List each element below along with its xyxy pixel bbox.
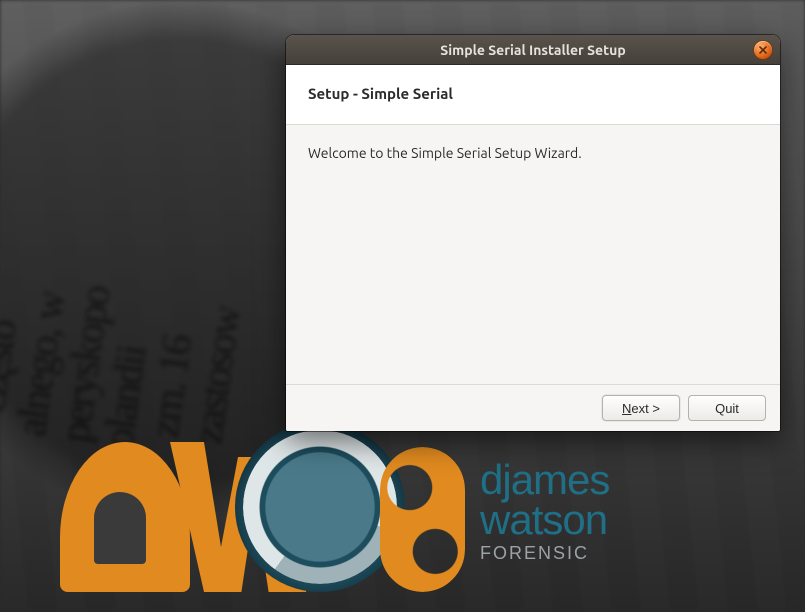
logo-letter-s-icon: [380, 447, 465, 592]
dialog-footer: Next > Quit: [286, 384, 780, 431]
installer-dialog: Simple Serial Installer Setup Setup - Si…: [286, 35, 780, 431]
next-rest: ext >: [631, 401, 660, 416]
brand-text: djames watson FORENSIC: [480, 460, 609, 565]
dws-logo-mark: [60, 422, 420, 602]
brand-line-3: FORENSIC: [480, 543, 609, 564]
brand-line-1: djames: [480, 460, 609, 500]
brand-logo-area: djames watson FORENSIC: [60, 422, 609, 602]
next-mnemonic: N: [622, 401, 631, 416]
dialog-body: Welcome to the Simple Serial Setup Wizar…: [286, 125, 780, 384]
quit-button[interactable]: Quit: [688, 395, 766, 421]
brand-line-2: watson: [480, 500, 609, 540]
logo-lens-ring-icon: [243, 430, 397, 584]
dialog-title: Simple Serial Installer Setup: [440, 42, 625, 58]
next-button[interactable]: Next >: [602, 395, 680, 421]
welcome-text: Welcome to the Simple Serial Setup Wizar…: [308, 145, 758, 161]
dialog-header-title: Setup - Simple Serial: [308, 85, 758, 102]
close-button[interactable]: [754, 41, 772, 59]
close-icon: [758, 45, 768, 55]
logo-letter-d-icon: [60, 442, 190, 592]
dialog-header: Setup - Simple Serial: [286, 65, 780, 125]
dialog-titlebar[interactable]: Simple Serial Installer Setup: [286, 35, 780, 65]
